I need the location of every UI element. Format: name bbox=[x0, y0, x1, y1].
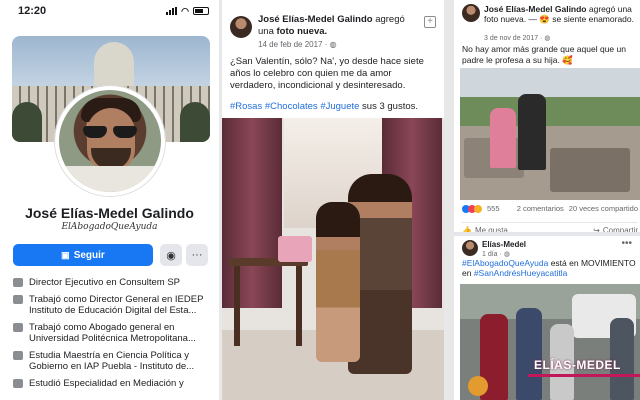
globe-icon: ◍ bbox=[503, 251, 510, 258]
reactions-bar[interactable]: 555 2 comentarios 20 veces compartido bbox=[462, 204, 638, 213]
curtain bbox=[222, 118, 282, 308]
sunglasses bbox=[83, 126, 141, 138]
about-list: Director Ejecutivo en Consultem SP Traba… bbox=[13, 277, 218, 395]
party-logo bbox=[468, 376, 488, 396]
messenger-icon: ◉ bbox=[166, 249, 176, 262]
author-name[interactable]: Elías-Medel bbox=[482, 240, 526, 249]
about-text-line2: Gobierno en IAP Puebla - Instituto de... bbox=[29, 361, 195, 372]
hashtag-link[interactable]: #Juguete bbox=[320, 101, 359, 112]
about-text: Estudia Maestría en Ciencia Política y bbox=[29, 350, 189, 361]
post-title: José Elías-Medel Galindo agregó una foto… bbox=[258, 14, 420, 38]
briefcase-icon bbox=[13, 323, 23, 332]
about-item[interactable]: Director Ejecutivo en Consultem SP bbox=[13, 277, 218, 288]
table-leg bbox=[234, 266, 240, 346]
about-text: Trabajó como Abogado general en bbox=[29, 322, 175, 333]
post-date-text: 1 día · bbox=[482, 251, 504, 258]
post-photo[interactable]: ELÍAS-MEDEL bbox=[460, 284, 640, 400]
haha-reaction-icon bbox=[474, 204, 482, 213]
rock bbox=[550, 148, 630, 192]
post-date-text: 14 de feb de 2017 · bbox=[258, 40, 330, 49]
about-text: Trabajó como Director General en IEDEP bbox=[29, 294, 204, 305]
hashtag-link[interactable]: #Chocolates bbox=[265, 101, 318, 112]
about-text-line2: Universidad Politécnica Metropolitana... bbox=[29, 333, 196, 344]
author-avatar[interactable] bbox=[230, 16, 252, 38]
post-feeling: — 😍 se siente enamorado. bbox=[528, 14, 634, 24]
author-avatar[interactable] bbox=[462, 4, 480, 22]
man-figure bbox=[518, 94, 546, 170]
about-text: Director Ejecutivo en Consultem SP bbox=[29, 277, 181, 288]
post-text: ¿San Valentín, sólo? Na', yo desde hace … bbox=[230, 56, 424, 91]
messenger-button[interactable]: ◉ bbox=[160, 244, 182, 266]
author-avatar[interactable] bbox=[462, 240, 478, 256]
globe-icon: ◍ bbox=[329, 40, 337, 49]
post-date-text: 3 de nov de 2017 · bbox=[484, 35, 545, 42]
feed-separator bbox=[454, 232, 640, 236]
wifi-icon: ◠ bbox=[181, 5, 189, 16]
hashtag-suffix: sus 3 gustos. bbox=[359, 101, 419, 112]
post-photo[interactable] bbox=[222, 118, 444, 400]
post-options-button[interactable]: ••• bbox=[621, 238, 632, 249]
post-date[interactable]: 1 día · ◍ bbox=[482, 250, 510, 258]
profile-name: José Elías-Medel Galindo bbox=[25, 205, 194, 221]
girl-figure bbox=[490, 108, 516, 168]
status-bar: 12:20 ◠ bbox=[0, 0, 219, 22]
profile-tagline: ElAbogadoQueAyuda bbox=[61, 222, 158, 232]
about-item[interactable]: Estudió Especialidad en Mediación y bbox=[13, 378, 218, 389]
post-action-object: foto nueva. bbox=[276, 26, 328, 37]
follow-button[interactable]: ▣ Seguir bbox=[13, 244, 153, 266]
hashtag-link[interactable]: #SanAndrésHueyacatitla bbox=[474, 268, 568, 278]
post-title: José Elías-Medel Galindo agregó una foto… bbox=[484, 4, 638, 24]
add-icon[interactable]: + bbox=[424, 16, 436, 28]
feed-panel: José Elías-Medel Galindo agregó una foto… bbox=[454, 0, 640, 400]
author-name[interactable]: José Elías-Medel Galindo bbox=[484, 4, 587, 14]
briefcase-icon bbox=[13, 295, 23, 304]
post-photo[interactable] bbox=[460, 68, 640, 200]
valentine-post: José Elías-Medel Galindo agregó una foto… bbox=[222, 0, 444, 400]
profile-avatar[interactable] bbox=[55, 86, 165, 196]
author-name[interactable]: José Elías-Medel Galindo bbox=[258, 14, 373, 25]
tree bbox=[12, 102, 42, 142]
post-text: #ElAbogadoQueAyuda está en MOVIMIENTO en… bbox=[462, 258, 638, 278]
reactions-count: 555 bbox=[487, 204, 500, 213]
post-hashtags: #Rosas #Chocolates #Juguete sus 3 gustos… bbox=[230, 101, 434, 112]
avatar-shirt bbox=[59, 166, 161, 192]
table-leg bbox=[296, 266, 302, 346]
about-text: Estudió Especialidad en Mediación y bbox=[29, 378, 184, 389]
globe-icon: ◍ bbox=[544, 35, 551, 42]
battery-icon bbox=[193, 7, 209, 15]
profile-panel: 12:20 ◠ José Elías-Medel Galindo ElAboga… bbox=[0, 0, 219, 400]
status-time: 12:20 bbox=[18, 5, 47, 17]
shares-count[interactable]: 20 veces compartido bbox=[569, 204, 638, 213]
briefcase-icon bbox=[13, 278, 23, 287]
tree bbox=[180, 102, 210, 142]
more-icon: ··· bbox=[191, 249, 203, 261]
follow-label: Seguir bbox=[73, 249, 105, 261]
post-date[interactable]: 3 de nov de 2017 · ◍ bbox=[484, 34, 550, 42]
brand-bar bbox=[528, 374, 640, 377]
status-icons: ◠ bbox=[166, 6, 209, 17]
comments-count[interactable]: 2 comentarios bbox=[517, 204, 564, 213]
signal-icon bbox=[166, 7, 178, 15]
post-text: No hay amor más grande que aquel que un … bbox=[462, 44, 626, 65]
graduation-cap-icon bbox=[13, 379, 23, 388]
gift-basket bbox=[278, 236, 312, 262]
about-item[interactable]: Trabajó como Abogado general en Universid… bbox=[13, 322, 218, 344]
person-figure bbox=[516, 308, 542, 400]
follow-icon: ▣ bbox=[61, 249, 70, 260]
about-item[interactable]: Trabajó como Director General en IEDEP In… bbox=[13, 294, 218, 316]
brand-text: ELÍAS-MEDEL bbox=[534, 358, 621, 372]
graduation-cap-icon bbox=[13, 351, 23, 360]
about-item[interactable]: Estudia Maestría en Ciencia Política y Go… bbox=[13, 350, 218, 372]
capitol-dome bbox=[94, 42, 134, 88]
hashtag-link[interactable]: #Rosas bbox=[230, 101, 262, 112]
girl-figure bbox=[316, 202, 360, 362]
hashtag-link[interactable]: #ElAbogadoQueAyuda bbox=[462, 258, 548, 268]
about-text-line2: Instituto de Educación Digital del Esta.… bbox=[29, 305, 197, 316]
more-button[interactable]: ··· bbox=[186, 244, 208, 266]
post-date[interactable]: 14 de feb de 2017 · ◍ bbox=[258, 40, 337, 49]
